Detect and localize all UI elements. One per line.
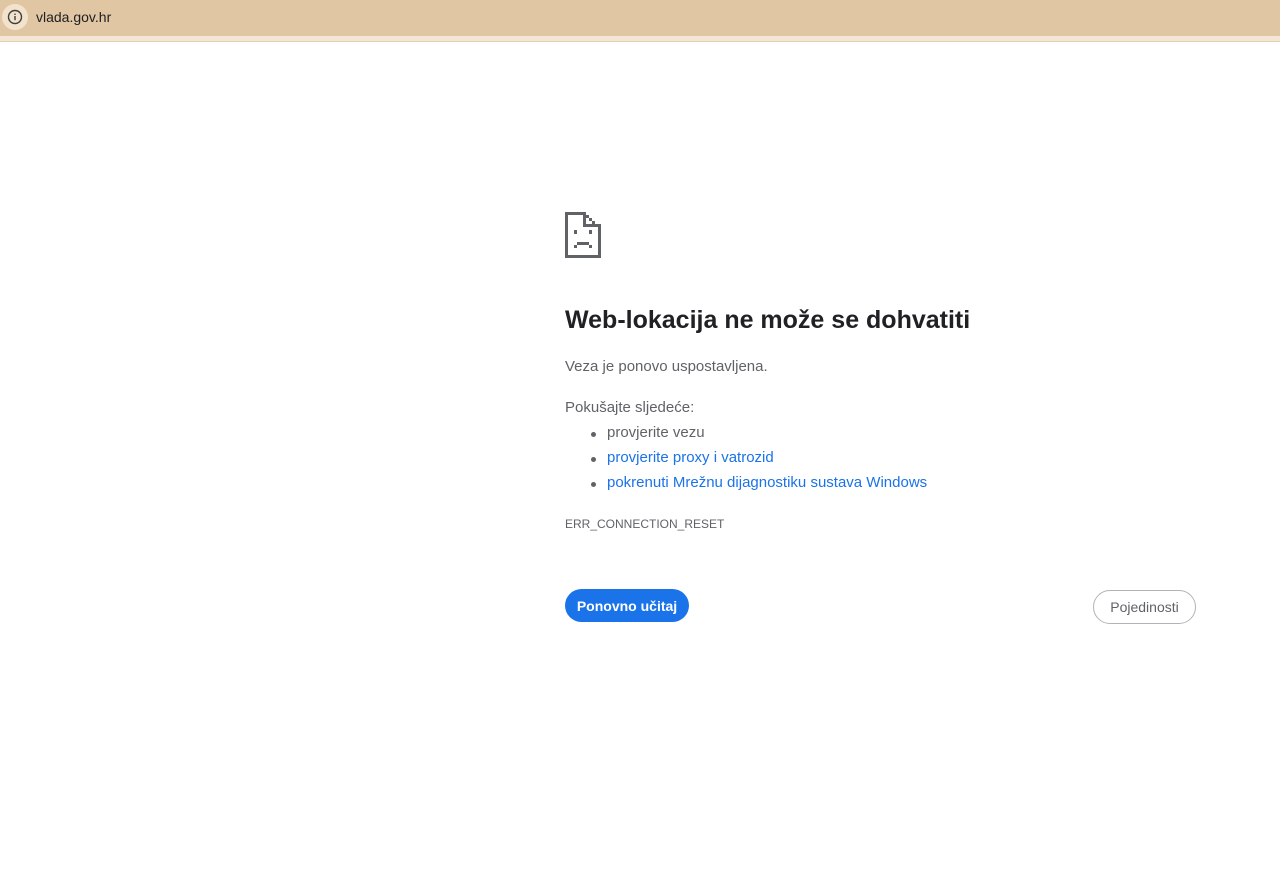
- error-code: ERR_CONNECTION_RESET: [565, 517, 725, 531]
- error-message: Veza je ponovo uspostavljena.: [565, 358, 768, 375]
- reload-button[interactable]: Ponovno učitaj: [565, 589, 689, 622]
- suggestion-text: provjerite vezu: [607, 424, 705, 441]
- address-bar: vlada.gov.hr: [0, 0, 1280, 37]
- network-diagnostics-link[interactable]: pokrenuti Mrežnu dijagnostiku sustava Wi…: [607, 474, 927, 491]
- details-button[interactable]: Pojedinosti: [1093, 590, 1196, 624]
- site-info-button[interactable]: [2, 4, 28, 30]
- toolbar-divider: [0, 36, 1280, 42]
- url-text[interactable]: vlada.gov.hr: [36, 9, 111, 25]
- info-icon: [7, 9, 23, 25]
- suggestions-heading: Pokušajte sljedeće:: [565, 399, 695, 416]
- suggestion-network-diagnostics: pokrenuti Mrežnu dijagnostiku sustava Wi…: [565, 472, 927, 497]
- suggestion-check-connection: provjerite vezu: [565, 422, 927, 447]
- suggestion-check-proxy: provjerite proxy i vatrozid: [565, 447, 927, 472]
- check-proxy-link[interactable]: provjerite proxy i vatrozid: [607, 449, 774, 466]
- sad-page-icon: [565, 212, 601, 258]
- page-title: Web-lokacija ne može se dohvatiti: [565, 306, 971, 334]
- suggestions-list: provjerite vezu provjerite proxy i vatro…: [565, 422, 927, 497]
